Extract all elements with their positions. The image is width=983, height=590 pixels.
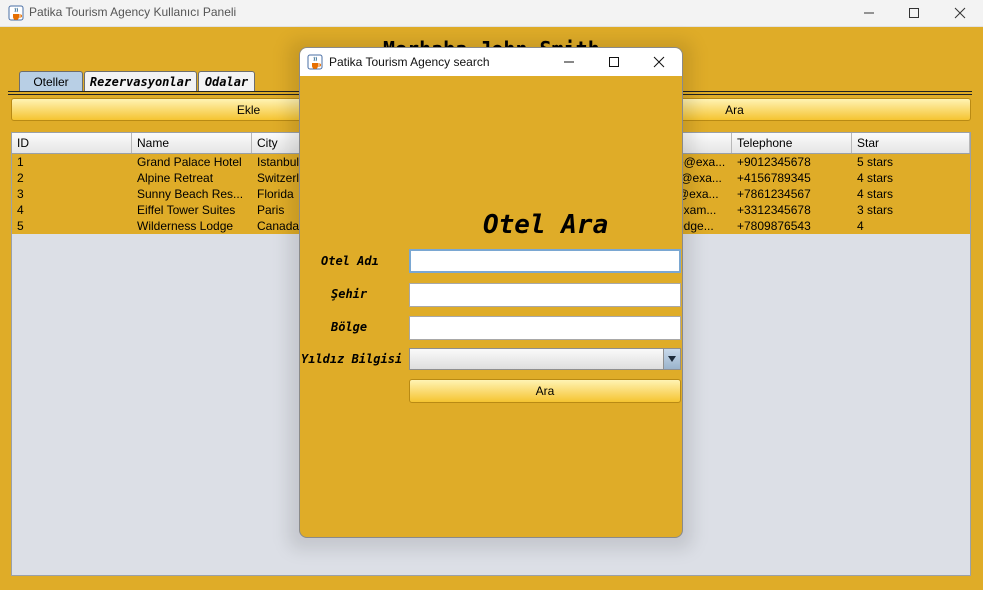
hotel-name-label: Otel Adı — [321, 254, 379, 268]
cell-id: 1 — [17, 155, 24, 169]
dialog-close-button[interactable] — [636, 48, 682, 76]
dialog-maximize-button[interactable] — [591, 48, 637, 76]
region-label: Bölge — [331, 320, 368, 334]
cell-id: 5 — [17, 219, 24, 233]
minimize-button[interactable] — [846, 0, 892, 26]
cell-star: 4 stars — [857, 187, 894, 201]
cell-name: Sunny Beach Res... — [137, 187, 244, 201]
cell-telephone: +7809876543 — [737, 219, 811, 233]
cell-id: 3 — [17, 187, 24, 201]
maximize-button[interactable] — [891, 0, 937, 26]
dialog-minimize-button[interactable] — [546, 48, 592, 76]
close-icon — [653, 56, 665, 68]
cell-name: Alpine Retreat — [137, 171, 214, 185]
cell-name: Wilderness Lodge — [137, 219, 234, 233]
minimize-icon — [864, 12, 874, 14]
column-header-name[interactable]: Name — [132, 133, 252, 153]
tab-oteller[interactable]: Oteller — [19, 71, 83, 91]
star-select[interactable] — [409, 348, 681, 370]
cell-star: 4 stars — [857, 171, 894, 185]
cell-star: 5 stars — [857, 155, 894, 169]
column-header-id[interactable]: ID — [12, 133, 132, 153]
tab-rezervasyonlar[interactable]: Rezervasyonlar — [84, 71, 197, 91]
cell-telephone: +4156789345 — [737, 171, 811, 185]
star-label: Yıldız Bilgisi — [301, 352, 403, 366]
maximize-icon — [909, 8, 919, 18]
cell-star: 4 — [857, 219, 864, 233]
java-cup-icon — [307, 54, 323, 70]
city-input[interactable] — [409, 283, 681, 307]
close-button[interactable] — [937, 0, 983, 26]
city-label: Şehir — [331, 287, 368, 301]
hotel-name-input[interactable] — [409, 249, 681, 273]
dialog-heading: Otel Ara — [483, 210, 609, 240]
cell-name: Eiffel Tower Suites — [137, 203, 236, 217]
maximize-icon — [609, 57, 619, 67]
search-dialog: Patika Tourism Agency search Otel Ara Ot… — [299, 47, 683, 538]
dialog-title: Patika Tourism Agency search — [329, 55, 490, 69]
cell-telephone: +3312345678 — [737, 203, 811, 217]
region-input[interactable] — [409, 316, 681, 340]
column-header-telephone[interactable]: Telephone — [732, 133, 852, 153]
minimize-icon — [564, 61, 574, 63]
window-titlebar[interactable]: Patika Tourism Agency Kullanıcı Paneli — [0, 0, 983, 27]
cell-id: 2 — [17, 171, 24, 185]
java-cup-icon — [8, 5, 24, 21]
cell-star: 3 stars — [857, 203, 894, 217]
tab-odalar[interactable]: Odalar — [198, 71, 255, 91]
cell-telephone: +9012345678 — [737, 155, 811, 169]
dialog-search-button[interactable]: Ara — [409, 379, 681, 403]
cell-id: 4 — [17, 203, 24, 217]
column-header-star[interactable]: Star — [852, 133, 970, 153]
close-icon — [954, 7, 966, 19]
window-title: Patika Tourism Agency Kullanıcı Paneli — [29, 5, 237, 19]
chevron-down-icon[interactable] — [663, 349, 680, 369]
cell-telephone: +7861234567 — [737, 187, 811, 201]
dialog-titlebar[interactable]: Patika Tourism Agency search — [300, 48, 682, 76]
cell-name: Grand Palace Hotel — [137, 155, 242, 169]
